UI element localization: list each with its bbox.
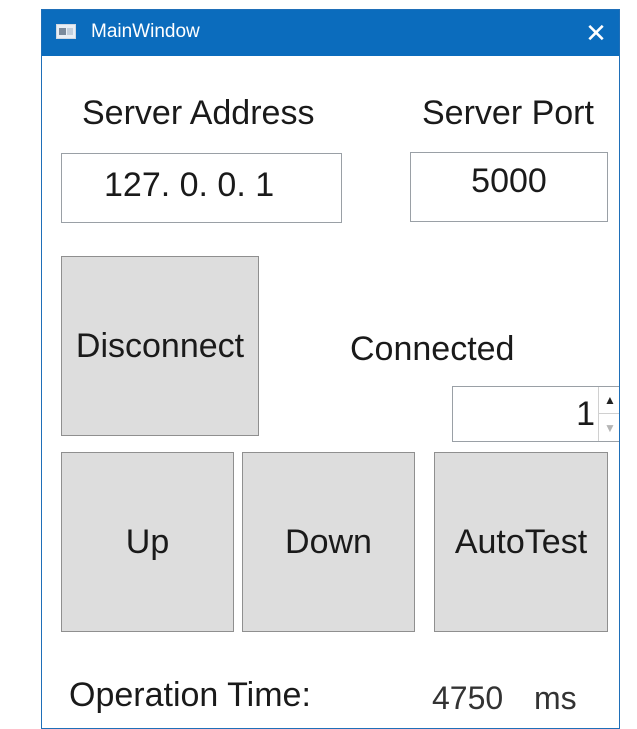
connection-status: Connected [350,330,515,368]
stepper-down-icon[interactable]: ▼ [599,414,619,441]
server-port-label: Server Port [422,94,594,132]
up-button[interactable]: Up [61,452,234,632]
stepper-up-icon[interactable]: ▲ [599,387,619,414]
down-button[interactable]: Down [242,452,415,632]
server-address-input[interactable]: 127. 0. 0. 1 [61,153,342,223]
operation-time-label: Operation Time: [69,676,311,714]
server-port-input[interactable]: 5000 [410,152,608,222]
main-window: MainWindow ✕ Server Address 127. 0. 0. 1… [41,9,620,729]
close-icon[interactable]: ✕ [573,10,619,56]
disconnect-button[interactable]: Disconnect [61,256,259,436]
stepper-buttons: ▲ ▼ [598,387,619,441]
stepper-value[interactable]: 1 [576,395,595,434]
operation-time-value: 4750 [432,680,504,716]
operation-time-unit: ms [534,680,577,716]
window-title: MainWindow [91,21,200,42]
server-address-label: Server Address [82,94,315,132]
autotest-button[interactable]: AutoTest [434,452,608,632]
numeric-stepper[interactable]: 1 ▲ ▼ [452,386,619,442]
app-icon [56,24,76,39]
title-bar[interactable]: MainWindow ✕ [42,10,619,56]
